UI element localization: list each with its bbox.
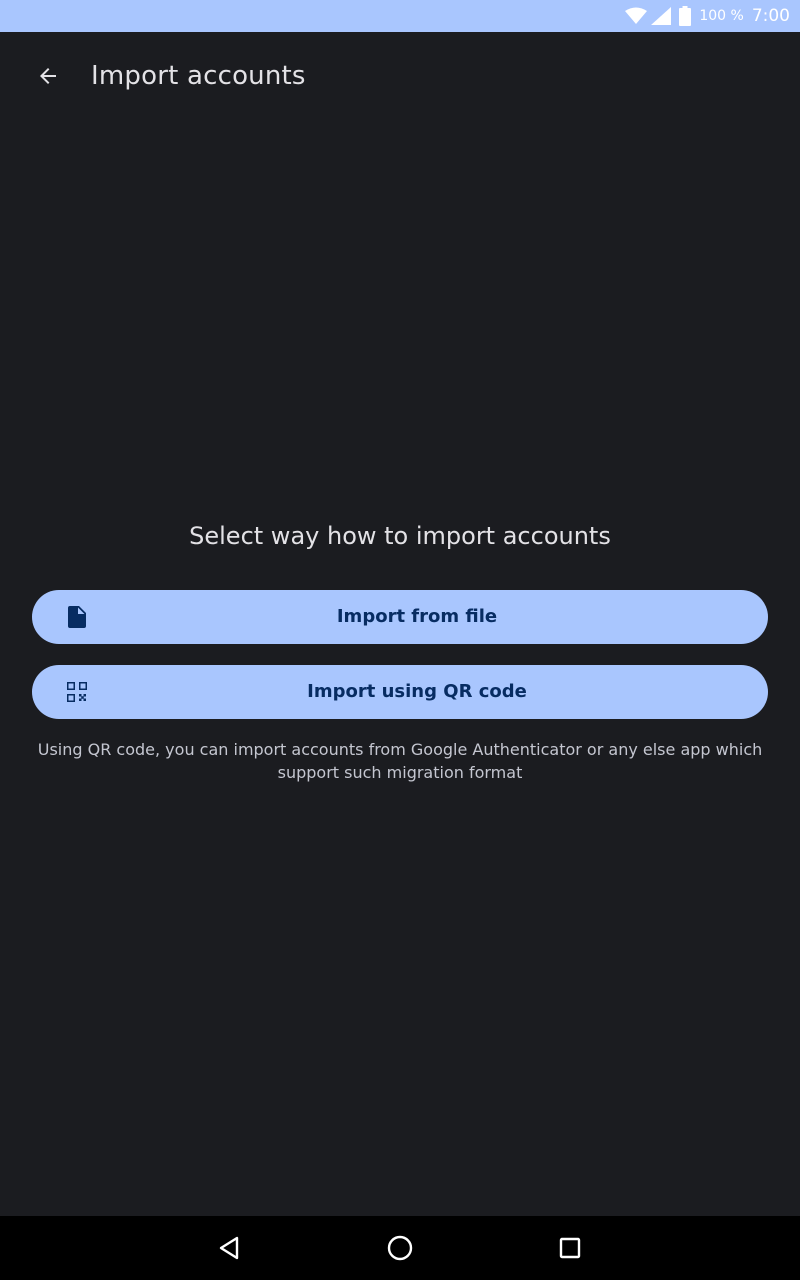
import-qr-code-button[interactable]: Import using QR code: [32, 665, 768, 719]
wifi-icon: [625, 7, 648, 25]
battery-percent: 100 %: [699, 8, 744, 24]
nav-home-button[interactable]: [380, 1228, 420, 1268]
arrow-back-icon: [36, 64, 60, 88]
status-time: 7:00: [751, 6, 790, 26]
import-from-file-button[interactable]: Import from file: [32, 590, 768, 644]
battery-icon: [679, 6, 692, 26]
import-prompt: Select way how to import accounts: [189, 522, 611, 550]
back-button[interactable]: [24, 52, 72, 100]
app-bar: Import accounts: [0, 32, 800, 120]
status-icons: 100 % 7:00: [621, 0, 790, 32]
cell-signal-icon: [651, 7, 672, 25]
status-bar: 100 % 7:00: [0, 0, 800, 32]
nav-recents-button[interactable]: [550, 1228, 590, 1268]
nav-home-icon: [386, 1234, 414, 1262]
import-from-file-label: Import from file: [336, 606, 498, 627]
navigation-bar: [0, 1216, 800, 1280]
import-qr-code-label: Import using QR code: [307, 681, 527, 702]
nav-back-button[interactable]: [210, 1228, 250, 1268]
nav-back-icon: [217, 1235, 243, 1261]
nav-recents-icon: [558, 1236, 582, 1260]
page-title: Import accounts: [91, 61, 306, 91]
qr-hint-text: Using QR code, you can import accounts f…: [37, 740, 763, 782]
